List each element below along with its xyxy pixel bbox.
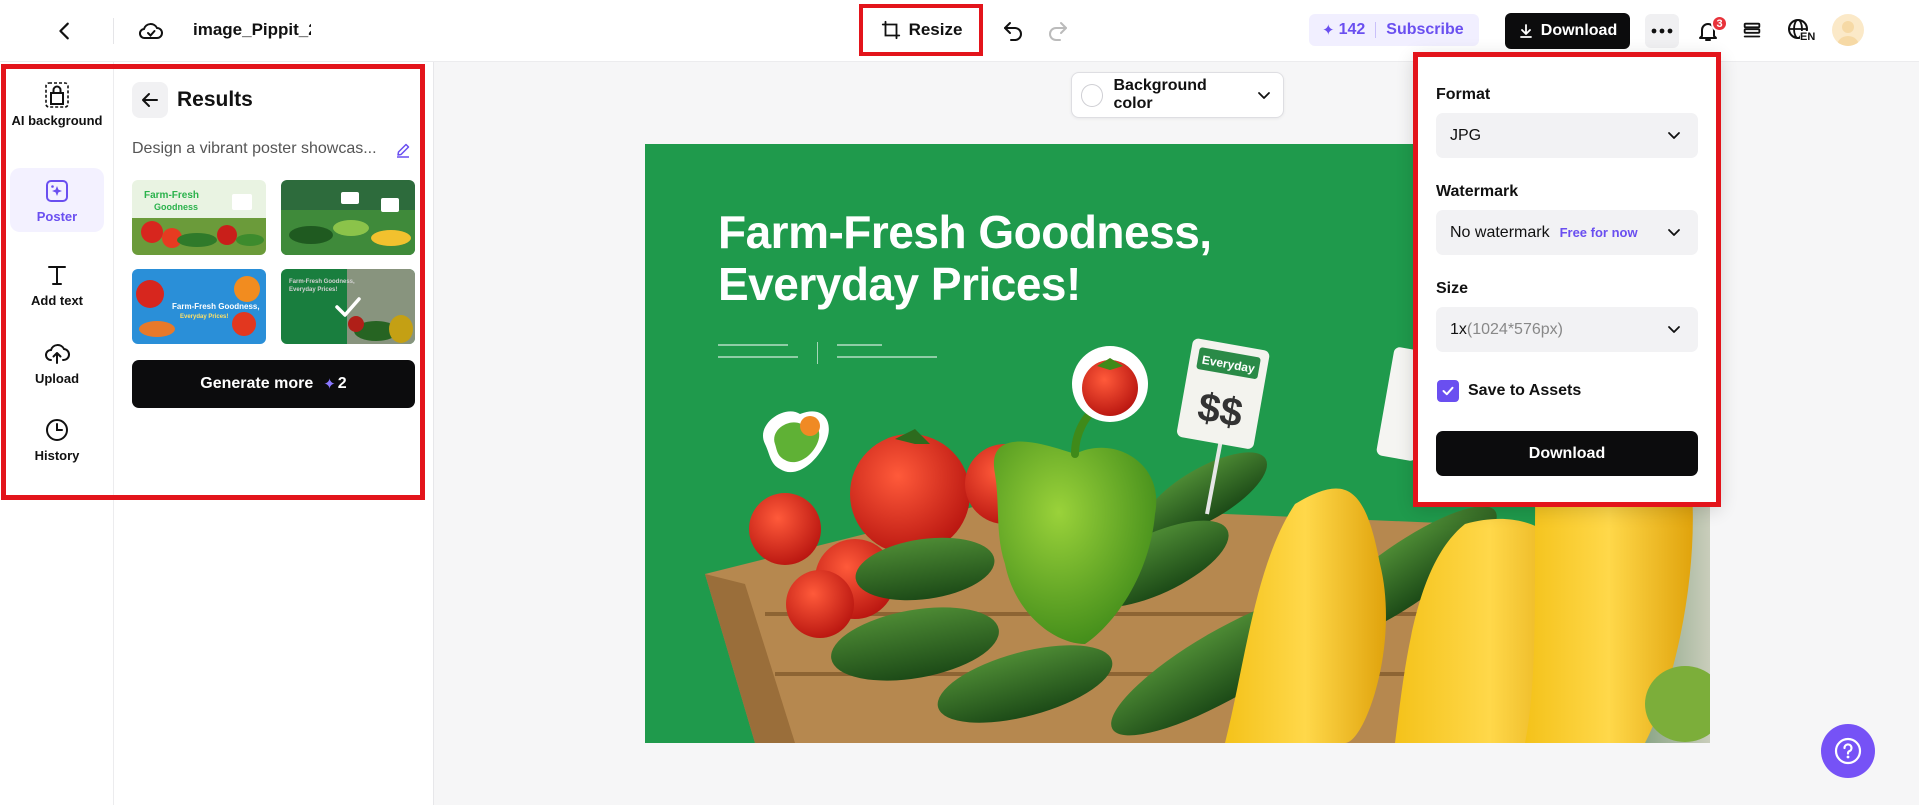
results-back-button[interactable] — [132, 82, 168, 118]
cloud-sync-icon[interactable] — [136, 16, 166, 46]
ai-background-icon — [42, 80, 72, 110]
svg-text:Goodness: Goodness — [154, 202, 198, 212]
rail-item-label: Upload — [34, 371, 80, 386]
detail-line — [718, 344, 788, 346]
generate-cost-value: 2 — [337, 375, 347, 392]
rail-divider — [113, 62, 114, 805]
download-label: Download — [1540, 22, 1618, 39]
panel-divider — [433, 62, 434, 805]
file-name[interactable]: image_Pippit_20 — [193, 20, 311, 40]
language-globe-icon[interactable]: EN — [1781, 13, 1819, 49]
watermark-label: Watermark — [1436, 183, 1519, 200]
generate-more-label: Generate more — [200, 375, 314, 392]
rail-item-label: Poster — [36, 209, 78, 224]
language-code: EN — [1800, 31, 1816, 43]
poster-headline[interactable]: Farm-Fresh Goodness, Everyday Prices! — [718, 206, 1258, 310]
checkmark-icon — [1442, 386, 1454, 396]
size-dimensions: (1024*576px) — [1466, 320, 1563, 338]
save-to-assets-label[interactable]: Save to Assets — [1468, 382, 1581, 400]
resize-icon — [881, 20, 900, 40]
detail-line — [837, 356, 937, 358]
credits-count: 142 — [1338, 21, 1366, 38]
divider — [113, 18, 114, 44]
chevron-down-icon — [1666, 127, 1682, 143]
back-arrow-icon[interactable] — [50, 16, 80, 46]
user-avatar[interactable] — [1832, 14, 1864, 46]
price-tag-value: $$ — [1194, 385, 1245, 436]
download-button[interactable]: Download — [1505, 13, 1630, 49]
divider — [1375, 22, 1377, 38]
edit-pencil-icon[interactable] — [392, 139, 414, 161]
notification-bell-icon[interactable]: 3 — [1691, 14, 1728, 48]
results-title: Results — [177, 88, 253, 111]
poster-headline-line1: Farm-Fresh Goodness, — [718, 206, 1212, 258]
rail-item-add-text[interactable]: Add text — [10, 260, 104, 310]
free-for-now-badge: Free for now — [1559, 225, 1638, 240]
format-value: JPG — [1450, 126, 1482, 144]
text-icon — [42, 260, 72, 290]
background-color-label: Background color — [1113, 77, 1207, 112]
chevron-down-icon — [1666, 224, 1682, 240]
resize-label: Resize — [908, 20, 963, 39]
question-mark-icon — [1834, 737, 1862, 765]
back-arrow-icon — [142, 93, 158, 107]
more-options-icon[interactable] — [1645, 14, 1679, 48]
poster-headline-line2: Everyday Prices! — [718, 258, 1081, 310]
poster-icon — [42, 176, 72, 206]
notification-count-badge: 3 — [1711, 15, 1728, 32]
detail-line — [718, 356, 798, 358]
credits-badge: ✦ 142 Subscribe — [1309, 14, 1479, 46]
result-thumbnail[interactable]: Farm-Fresh Goodness, Everyday Prices! — [132, 269, 266, 344]
svg-text:Farm-Fresh Goodness,: Farm-Fresh Goodness, — [172, 302, 260, 311]
download-icon — [1519, 24, 1532, 38]
svg-text:Everyday Prices!: Everyday Prices! — [180, 314, 228, 320]
result-thumbnail[interactable]: Farm-Fresh Goodness — [132, 180, 266, 255]
color-swatch — [1081, 83, 1104, 107]
generate-cost: ✦ 2 — [323, 375, 346, 393]
result-thumbnail[interactable] — [281, 180, 415, 255]
help-button[interactable] — [1821, 724, 1875, 778]
rail-item-label: History — [34, 448, 80, 463]
chevron-down-icon — [1666, 321, 1682, 337]
detail-divider — [817, 342, 818, 364]
chevron-down-icon — [1257, 88, 1271, 102]
format-select[interactable]: JPG — [1436, 113, 1698, 158]
layers-icon[interactable] — [1735, 14, 1769, 48]
redo-icon[interactable] — [1043, 15, 1073, 45]
subscribe-link[interactable]: Subscribe — [1386, 21, 1463, 39]
prompt-text: Design a vibrant poster showcas... — [132, 140, 377, 157]
panel-download-button[interactable]: Download — [1436, 431, 1698, 476]
result-thumbnail-selected[interactable]: Farm-Fresh Goodness, Everyday Prices! — [281, 269, 415, 344]
generate-more-button[interactable]: Generate more ✦ 2 — [132, 360, 415, 408]
size-scale: 1x — [1450, 320, 1467, 338]
resize-button[interactable]: Resize — [859, 4, 983, 56]
rail-item-label: AI background — [11, 113, 103, 128]
format-label: Format — [1436, 86, 1491, 103]
sparkle-icon: ✦ — [323, 376, 336, 393]
watermark-value: No watermark — [1450, 223, 1550, 241]
rail-item-label: Add text — [31, 293, 83, 308]
svg-text:Farm-Fresh: Farm-Fresh — [144, 190, 199, 201]
rail-item-upload[interactable]: Upload — [10, 338, 104, 388]
undo-icon[interactable] — [998, 15, 1028, 45]
rail-item-ai-background[interactable]: AI background — [10, 80, 104, 150]
save-to-assets-checkbox[interactable] — [1437, 380, 1459, 402]
rail-item-history[interactable]: History — [10, 415, 104, 465]
background-color-button[interactable]: Background color — [1071, 72, 1284, 118]
detail-line — [837, 344, 882, 346]
upload-icon — [42, 338, 72, 368]
size-label: Size — [1436, 280, 1469, 297]
rail-item-poster[interactable]: Poster — [10, 168, 104, 232]
sparkle-icon: ✦ — [1322, 22, 1335, 39]
size-select[interactable]: 1x (1024*576px) — [1436, 307, 1698, 352]
history-clock-icon — [42, 415, 72, 445]
watermark-select[interactable]: No watermark Free for now — [1436, 210, 1698, 255]
